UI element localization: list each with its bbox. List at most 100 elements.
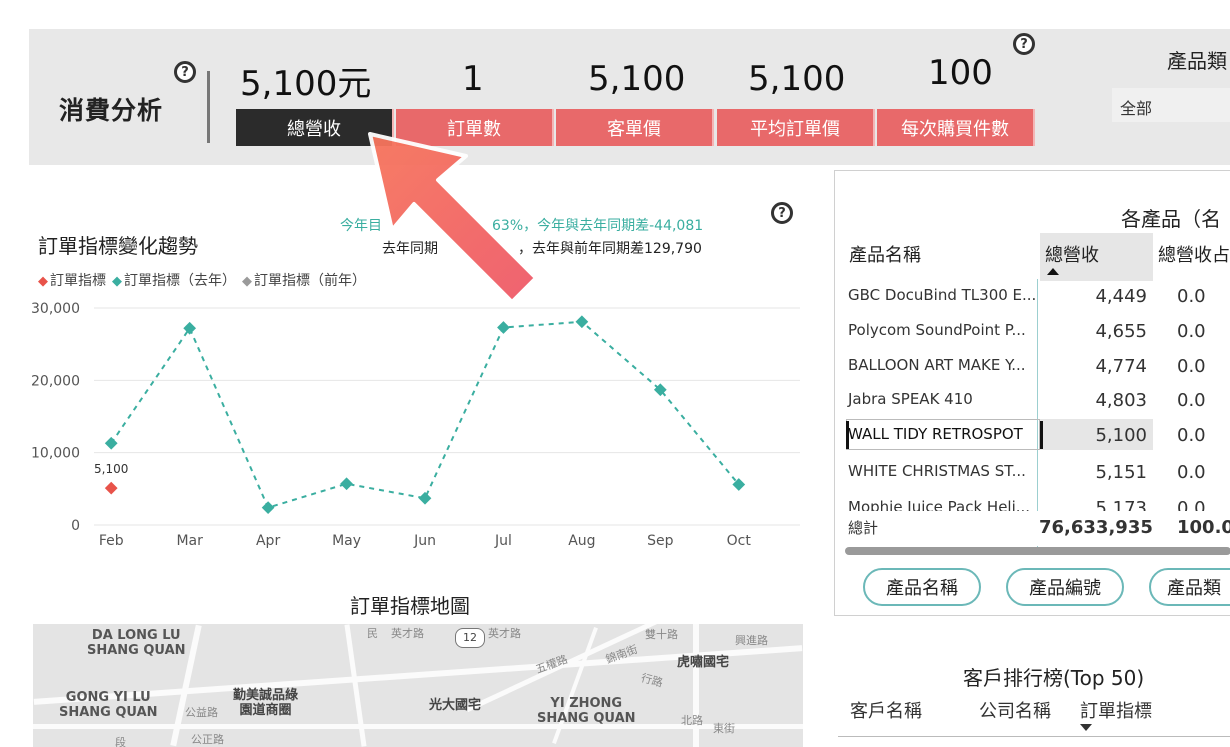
map-road <box>693 624 699 747</box>
annotation-arrow-icon <box>368 132 538 304</box>
kpi-value-orders: 1 <box>462 59 484 99</box>
y-tick-label: 0 <box>71 518 80 534</box>
kpi-value-items-per-order: 100 <box>928 53 993 93</box>
cell-revenue: 4,655 <box>1095 321 1147 342</box>
cell-share: 0.0 <box>1177 498 1206 511</box>
table-total-row: 總計 76,633,935 100.0 <box>835 511 1230 546</box>
pill-product-id[interactable]: 產品編號 <box>1006 568 1124 606</box>
help-icon[interactable]: ? <box>174 61 196 83</box>
trend-line-chart[interactable]: 0 10,000 20,000 30,000 Feb Mar Apr May Jun Jul Aug… <box>30 294 810 559</box>
x-tick-label: Sep <box>647 533 674 549</box>
cell-share: 0.0 <box>1177 356 1206 377</box>
diamond-icon: ◆ <box>38 274 48 289</box>
x-tick-label: Feb <box>99 533 124 549</box>
x-tick-label: Oct <box>727 533 752 549</box>
column-header-revenue-share[interactable]: 總營收占 <box>1158 241 1230 267</box>
chart-legend: ◆ 訂單指標 ◆ 訂單指標（去年） ◆ 訂單指標（前年） <box>38 270 366 290</box>
pill-product-category[interactable]: 產品類 <box>1149 568 1230 606</box>
page-title: 消費分析 <box>59 96 164 125</box>
map-area-label: GONG YI LU SHANG QUAN <box>59 690 158 720</box>
legend-label: 訂單指標 <box>50 273 106 289</box>
x-tick-label: Apr <box>256 533 280 549</box>
total-revenue: 76,633,935 <box>1039 517 1153 538</box>
legend-item[interactable]: ◆ 訂單指標（前年） <box>242 270 366 290</box>
column-header-order-metric[interactable]: 訂單指標 <box>1080 697 1152 723</box>
map-street-label: 公正路 <box>191 733 224 746</box>
pill-product-name[interactable]: 產品名稱 <box>863 568 981 606</box>
kpi-value-avg-customer: 5,100 <box>588 59 686 99</box>
x-tick-label: Jul <box>494 533 512 549</box>
kpi-value-revenue: 5,100元 <box>240 64 372 104</box>
table-row[interactable]: Mophie Juice Pack Heli... 5,173 0.0 <box>835 490 1230 511</box>
ranking-title: 客戶排行榜(Top 50) <box>963 666 1145 690</box>
map-place-label: 勤美誠品綠 園道商圈 <box>233 688 299 718</box>
kpi-value-avg-order: 5,100 <box>748 59 846 99</box>
x-tick-label: May <box>332 533 361 549</box>
kpi-tab-avg-customer[interactable]: 客單價 <box>556 109 714 146</box>
table-row[interactable]: Jabra SPEAK 410 4,803 0.0 <box>835 382 1230 417</box>
kpi-tab-avg-order[interactable]: 平均訂單價 <box>717 109 875 146</box>
product-table-panel: 各產品（名 產品名稱 總營收 總營收占 GBC DocuBind TL300 E… <box>834 170 1230 616</box>
table-row[interactable]: GBC DocuBind TL300 E... 4,449 0.0 <box>835 278 1230 313</box>
map-place-label: 虎嘯國宅 <box>677 655 730 670</box>
map-area-label: YI ZHONG SHANG QUAN <box>537 696 636 726</box>
map-street-label: 民 <box>367 627 378 640</box>
total-label: 總計 <box>848 519 879 537</box>
map-street-label: 英才路 <box>488 627 521 640</box>
cell-product-name: GBC DocuBind TL300 E... <box>848 286 1037 304</box>
product-category-select[interactable]: 全部 <box>1112 88 1230 122</box>
table-row-selected[interactable]: WALL TIDY RETROSPOT 5,100 0.0 <box>835 417 1230 452</box>
map-street-label: 英才路 <box>391 627 424 640</box>
map-place-label: 光大國宅 <box>429 698 482 713</box>
cell-product-name: Jabra SPEAK 410 <box>848 390 973 408</box>
divider <box>838 736 1230 737</box>
order-map[interactable]: DA LONG LU SHANG QUAN GONG YI LU SHANG QUA… <box>33 624 803 747</box>
help-icon[interactable]: ? <box>1013 33 1035 55</box>
kpi-band: 消費分析 ? 5,100元 1 5,100 5,100 100 ? 總營收 訂單… <box>29 29 1230 165</box>
map-street-label: 行路 <box>639 671 665 690</box>
cell-product-name: BALLOON ART MAKE Y... <box>848 356 1026 374</box>
cell-share: 0.0 <box>1177 321 1206 342</box>
divider <box>207 71 210 143</box>
x-tick-label: Aug <box>568 533 595 549</box>
y-tick-label: 30,000 <box>31 301 80 317</box>
table-row[interactable]: Polycom SoundPoint P... 4,655 0.0 <box>835 313 1230 348</box>
data-point <box>340 477 353 491</box>
data-point <box>104 481 118 495</box>
help-icon[interactable]: ? <box>771 202 793 224</box>
data-point <box>183 321 197 335</box>
series-line <box>110 320 740 509</box>
data-point <box>104 436 118 450</box>
legend-item[interactable]: ◆ 訂單指標（去年） <box>112 270 236 290</box>
data-point <box>497 321 510 334</box>
route-badge: 12 <box>455 628 485 648</box>
table-row[interactable]: BALLOON ART MAKE Y... 4,774 0.0 <box>835 348 1230 383</box>
cell-revenue: 5,151 <box>1095 462 1147 483</box>
cell-share: 0.0 <box>1177 462 1206 483</box>
cell-share: 0.0 <box>1177 390 1206 411</box>
map-area-label: DA LONG LU SHANG QUAN <box>87 628 186 658</box>
legend-item[interactable]: ◆ 訂單指標 <box>38 270 106 290</box>
table-title: 各產品（名 <box>1121 207 1221 231</box>
table-row[interactable]: WHITE CHRISTMAS ST... 5,151 0.0 <box>835 454 1230 489</box>
kpi-tab-items-per-order[interactable]: 每次購買件數 <box>877 109 1035 146</box>
chart-title: 訂單指標變化趨勢 <box>38 234 198 258</box>
cell-product-name: Mophie Juice Pack Heli... <box>848 498 1031 511</box>
column-header-customer-name[interactable]: 客戶名稱 <box>850 697 922 723</box>
diamond-icon: ◆ <box>112 274 122 289</box>
map-street-label: 公益路 <box>185 706 218 719</box>
y-tick-label: 20,000 <box>31 373 80 389</box>
data-label: 5,100 <box>94 462 128 476</box>
y-tick-label: 10,000 <box>31 446 80 462</box>
column-header-company-name[interactable]: 公司名稱 <box>979 697 1051 723</box>
total-share: 100.0 <box>1177 517 1230 538</box>
column-header-product-name[interactable]: 產品名稱 <box>849 241 921 267</box>
legend-label: 訂單指標（去年） <box>124 273 236 289</box>
cell-revenue: 5,173 <box>1095 498 1147 511</box>
cell-revenue: 4,449 <box>1095 286 1147 307</box>
cell-revenue: 5,100 <box>1095 425 1147 446</box>
data-point <box>575 315 589 329</box>
legend-label: 訂單指標（前年） <box>254 273 366 289</box>
horizontal-scrollbar[interactable] <box>845 547 1230 555</box>
column-header-revenue[interactable]: 總營收 <box>1045 241 1099 267</box>
